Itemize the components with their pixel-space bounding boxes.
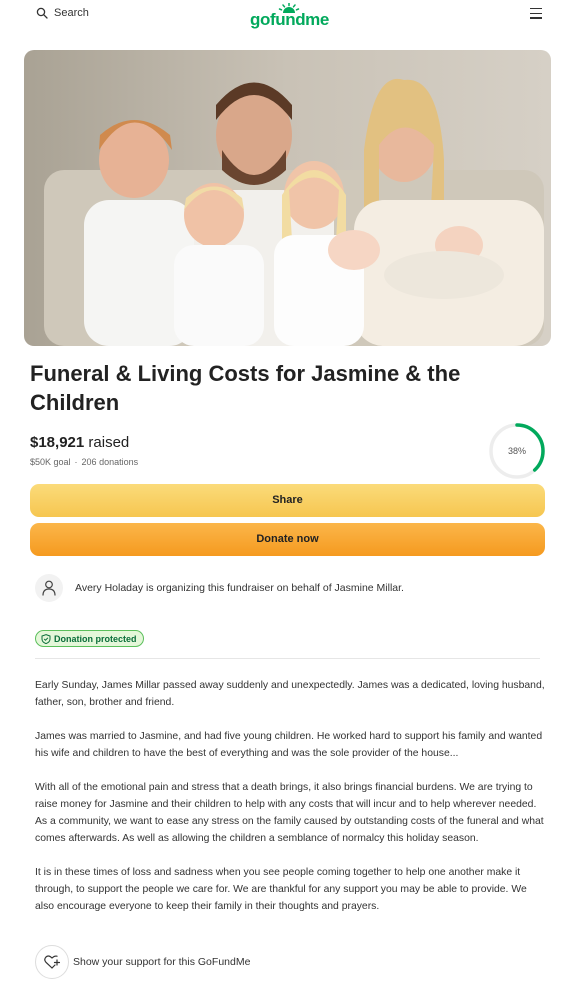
- goal-amount: $50K goal: [30, 457, 71, 467]
- support-heart-button[interactable]: [35, 945, 69, 979]
- story-paragraph: Early Sunday, James Millar passed away s…: [35, 680, 545, 708]
- organizer-text: Avery Holaday is organizing this fundrai…: [75, 582, 404, 594]
- hamburger-menu-icon[interactable]: [530, 8, 542, 20]
- divider: [35, 658, 540, 659]
- donation-count: 206 donations: [81, 457, 139, 467]
- search-icon: [36, 7, 48, 19]
- story-paragraph: With all of the emotional pain and stres…: [35, 782, 544, 844]
- avatar[interactable]: [35, 574, 63, 602]
- search-button[interactable]: Search: [36, 7, 89, 19]
- organizer-row: Avery Holaday is organizing this fundrai…: [35, 574, 545, 602]
- raised-amount: $18,921: [30, 434, 85, 451]
- top-bar: Search gofundme: [0, 0, 572, 30]
- progress-ring: 38%: [488, 422, 546, 480]
- heart-plus-icon: [44, 955, 60, 969]
- progress-percent: 38%: [507, 446, 526, 456]
- donation-protected-label: Donation protected: [54, 633, 137, 644]
- share-button[interactable]: Share: [30, 484, 545, 517]
- campaign-hero-image: [24, 50, 551, 346]
- shield-check-icon: [41, 633, 51, 644]
- raised-amount-line: $18,921 raised: [30, 434, 129, 451]
- campaign-story: Early Sunday, James Millar passed away s…: [35, 677, 545, 932]
- donate-now-button[interactable]: Donate now: [30, 523, 545, 556]
- search-label: Search: [54, 7, 89, 19]
- raised-label: raised: [88, 434, 130, 451]
- gofundme-logo[interactable]: gofundme: [250, 3, 330, 29]
- user-icon: [42, 580, 56, 596]
- support-label: Show your support for this GoFundMe: [73, 956, 251, 968]
- logo-text: gofundme: [250, 10, 329, 29]
- donation-protected-badge[interactable]: Donation protected: [35, 630, 144, 647]
- support-row: Show your support for this GoFundMe: [35, 945, 250, 979]
- campaign-title: Funeral & Living Costs for Jasmine & the…: [30, 361, 461, 415]
- goal-line: $50K goal · 206 donations: [30, 457, 139, 467]
- family-photo-icon: [24, 50, 551, 346]
- story-paragraph: It is in these times of loss and sadness…: [35, 867, 527, 912]
- story-paragraph: James was married to Jasmine, and had fi…: [35, 731, 543, 759]
